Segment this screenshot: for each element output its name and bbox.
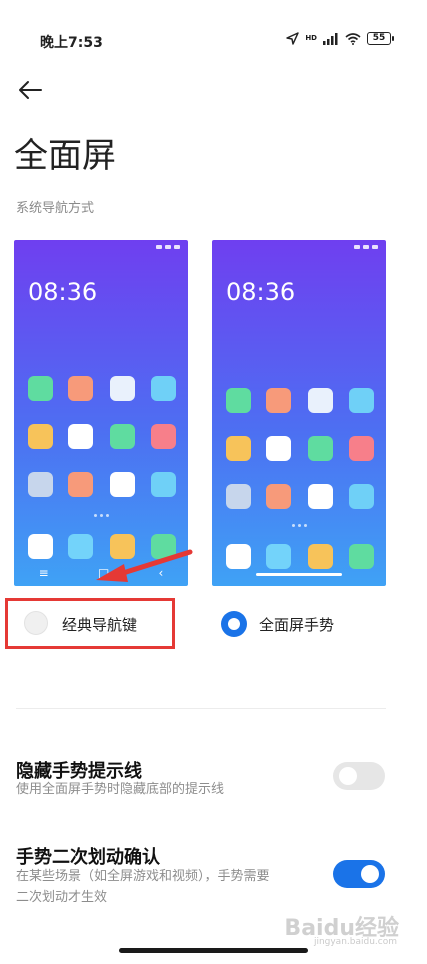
app-icon — [68, 376, 93, 401]
gesture-nav-radio[interactable] — [221, 611, 247, 637]
double-swipe-subtitle-line2: 二次划动才生效 — [16, 890, 108, 905]
wifi-icon — [345, 32, 361, 45]
classic-nav-radio[interactable] — [24, 611, 48, 635]
dock-app-icon — [28, 534, 53, 559]
app-icon — [349, 436, 374, 461]
status-icons: HD 55 — [286, 32, 394, 45]
app-icon — [28, 472, 53, 497]
dock-app-icon — [308, 544, 333, 569]
app-icon — [226, 388, 251, 413]
app-icon — [349, 388, 374, 413]
divider — [16, 708, 386, 709]
preview-status-icons — [156, 245, 180, 249]
home-indicator[interactable] — [119, 948, 308, 953]
annotation-arrow-icon — [96, 549, 193, 582]
back-button[interactable] — [16, 76, 44, 104]
status-time: 晚上7:53 — [40, 35, 103, 51]
preview-clock: 08:36 — [226, 278, 296, 306]
preview-clock: 08:36 — [28, 278, 98, 306]
hide-hint-line-subtitle: 使用全面屏手势时隐藏底部的提示线 — [16, 782, 225, 797]
toggle-knob — [339, 767, 357, 785]
page-dots — [212, 524, 386, 527]
app-icon — [28, 376, 53, 401]
location-icon — [286, 32, 300, 45]
double-swipe-subtitle-line1: 在某些场景（如全屏游戏和视频），手势需要 — [16, 869, 270, 884]
double-swipe-toggle[interactable] — [333, 860, 385, 888]
dock-app-icon — [226, 544, 251, 569]
app-icon — [308, 484, 333, 509]
baidu-watermark-url: jingyan.baidu.com — [313, 937, 397, 947]
back-arrow-icon — [19, 81, 42, 99]
page-title: 全面屏 — [14, 136, 116, 176]
gesture-hint-line — [256, 573, 342, 576]
page-dots — [14, 514, 188, 517]
gesture-nav-label[interactable]: 全面屏手势 — [259, 614, 334, 635]
section-label: 系统导航方式 — [16, 201, 95, 216]
app-icon — [110, 376, 135, 401]
app-icon — [226, 436, 251, 461]
app-icon — [266, 388, 291, 413]
preview-gesture-nav[interactable]: 08:36 — [212, 240, 386, 586]
toggle-knob — [361, 865, 379, 883]
battery-icon: 55 — [367, 32, 394, 45]
signal-icon — [323, 32, 338, 45]
app-icon — [266, 484, 291, 509]
app-icon — [151, 376, 176, 401]
app-icon — [308, 388, 333, 413]
double-swipe-title: 手势二次划动确认 — [16, 847, 160, 868]
app-icon — [28, 424, 53, 449]
app-icon — [349, 484, 374, 509]
dock-app-icon — [349, 544, 374, 569]
hide-hint-line-toggle[interactable] — [333, 762, 385, 790]
preview-classic-nav[interactable]: 08:36 ≡ □ ‹ — [14, 240, 188, 586]
menu-key-icon: ≡ — [38, 566, 49, 580]
app-icon — [151, 424, 176, 449]
app-icon — [110, 472, 135, 497]
app-icon — [226, 484, 251, 509]
preview-status-icons — [354, 245, 378, 249]
classic-nav-label[interactable]: 经典导航键 — [62, 614, 137, 635]
app-icon — [68, 472, 93, 497]
app-icon — [151, 472, 176, 497]
hd-badge: HD — [305, 34, 317, 42]
app-icon — [68, 424, 93, 449]
app-icon — [266, 436, 291, 461]
app-icon — [110, 424, 135, 449]
dock-app-icon — [266, 544, 291, 569]
app-icon — [308, 436, 333, 461]
